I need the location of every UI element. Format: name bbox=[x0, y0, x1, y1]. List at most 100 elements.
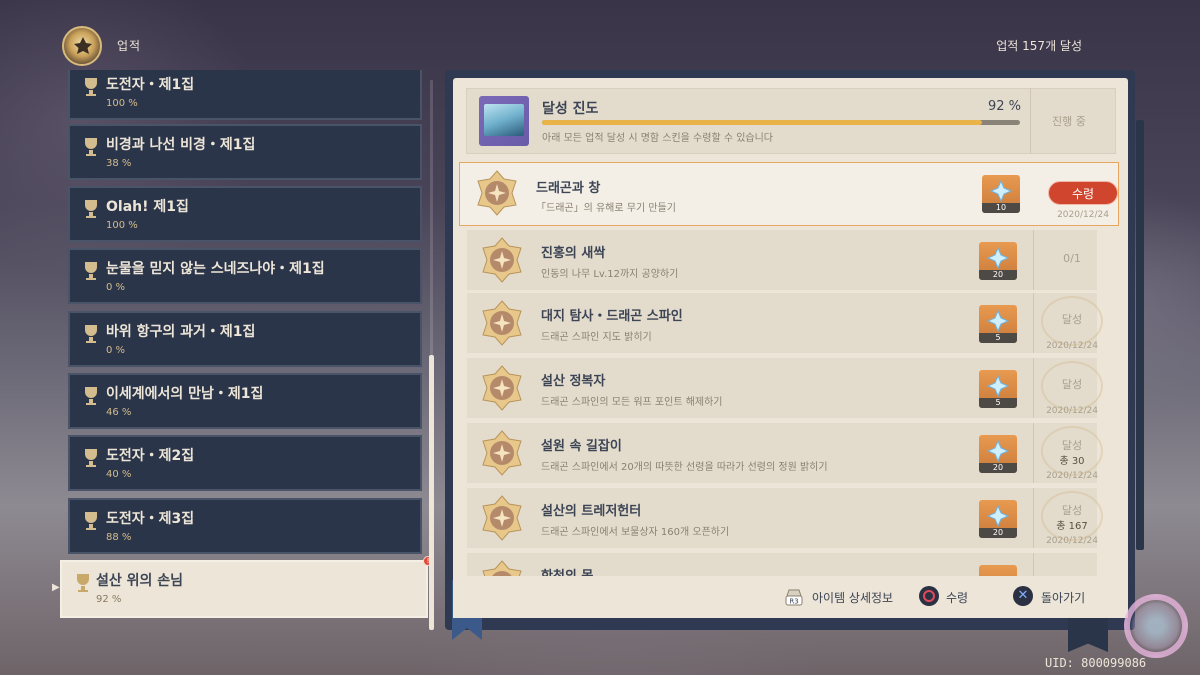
achievement-status: 달성 bbox=[1061, 378, 1083, 391]
achievement-list: 드래곤과 창 「드래곤」의 유해로 무기 만들기 10 수령 2020/12/2… bbox=[453, 160, 1128, 580]
achievement-badge-icon bbox=[482, 430, 522, 476]
achievement-row[interactable]: 설산의 트레저헌터 드래곤 스파인에서 보물상자 160개 오픈하기 20 달성… bbox=[467, 488, 1103, 548]
primogem-reward[interactable]: 10 bbox=[982, 175, 1020, 213]
category-item[interactable]: 눈물을 믿지 않는 스네즈나야・제1집 0 % bbox=[68, 248, 422, 304]
category-name: 눈물을 믿지 않는 스네즈나야・제1집 bbox=[106, 261, 325, 277]
player-uid: UID: 800099086 bbox=[1045, 656, 1147, 670]
trophy-icon bbox=[85, 325, 97, 343]
reward-quantity: 5 bbox=[979, 398, 1017, 408]
category-name: 도전자・제3집 bbox=[106, 511, 195, 527]
achievement-badge-icon bbox=[482, 300, 522, 346]
achievement-row[interactable]: 대지 탐사・드래곤 스파인 드래곤 스파인 지도 밝히기 5 달성 2020/1… bbox=[467, 293, 1103, 353]
trophy-icon bbox=[77, 574, 89, 592]
achievement-progress: 0/1 bbox=[1063, 252, 1081, 265]
progress-status: 진행 중 bbox=[1052, 115, 1086, 128]
category-item-selected[interactable]: 설산 위의 손님 92 % bbox=[60, 560, 428, 618]
category-item[interactable]: 도전자・제2집 40 % bbox=[68, 435, 422, 491]
achievement-row[interactable]: 설산 정복자 드래곤 스파인의 모든 워프 포인트 해제하기 5 달성 2020… bbox=[467, 358, 1103, 418]
category-item[interactable]: 도전자・제1집 100 % bbox=[68, 70, 422, 120]
top-bar: 업적 업적 157개 달성 bbox=[0, 0, 1200, 70]
trophy-icon bbox=[85, 387, 97, 405]
trophy-icon bbox=[85, 449, 97, 467]
category-item[interactable]: 비경과 나선 비경・제1집 38 % bbox=[68, 124, 422, 180]
achievement-date: 2020/12/24 bbox=[1046, 341, 1098, 351]
achievement-count: 업적 157개 달성 bbox=[996, 39, 1082, 53]
achievement-total: 총 30 bbox=[1059, 456, 1085, 467]
achievement-name: 설원 속 길잡이 bbox=[541, 439, 622, 454]
primogem-icon bbox=[987, 505, 1009, 527]
category-percent: 100 % bbox=[106, 98, 138, 109]
achievement-status: 달성 bbox=[1061, 504, 1083, 517]
achievement-description: 인동의 나무 Lv.12까지 공양하기 bbox=[541, 269, 679, 280]
trophy-icon bbox=[85, 138, 97, 156]
primogem-reward[interactable]: 20 bbox=[979, 242, 1017, 280]
achievement-date: 2020/12/24 bbox=[1046, 406, 1098, 416]
achievement-date: 2020/12/24 bbox=[1046, 536, 1098, 546]
category-name: 이세계에서의 만남・제1집 bbox=[106, 386, 264, 402]
achievement-row[interactable]: 진홍의 새싹 인동의 나무 Lv.12까지 공양하기 20 0/1 bbox=[467, 230, 1097, 290]
primogem-icon bbox=[987, 247, 1009, 269]
category-percent: 46 % bbox=[106, 407, 132, 418]
reward-quantity: 20 bbox=[979, 270, 1017, 280]
achievement-status-area: 달성 총 167 2020/12/24 bbox=[1033, 488, 1111, 548]
achievement-status-area: 달성 총 30 2020/12/24 bbox=[1033, 423, 1111, 483]
achievement-badge-icon bbox=[482, 495, 522, 541]
achievement-name: 대지 탐사・드래곤 스파인 bbox=[541, 309, 683, 324]
primogem-reward[interactable]: 5 bbox=[979, 370, 1017, 408]
category-item[interactable]: 이세계에서의 만남・제1집 46 % bbox=[68, 373, 422, 429]
primogem-icon bbox=[987, 375, 1009, 397]
achievement-date: 2020/12/24 bbox=[1057, 210, 1109, 220]
primogem-reward[interactable]: 5 bbox=[979, 305, 1017, 343]
achievement-row[interactable]: 설원 속 길잡이 드래곤 스파인에서 20개의 따뜻한 선령을 따라가 선령의 … bbox=[467, 423, 1103, 483]
trophy-icon bbox=[85, 200, 97, 218]
category-name: 비경과 나선 비경・제1집 bbox=[106, 137, 256, 153]
divider bbox=[1030, 88, 1031, 154]
achievement-date: 2020/12/24 bbox=[1046, 471, 1098, 481]
selected-arrow-icon: ▶ bbox=[52, 582, 60, 593]
back-hint[interactable]: 돌아가기 bbox=[1041, 589, 1085, 606]
achievement-total: 총 167 bbox=[1056, 521, 1088, 532]
achievement-status-area: 달성 2020/12/24 bbox=[1033, 358, 1111, 418]
category-item[interactable]: 도전자・제3집 88 % bbox=[68, 498, 422, 554]
progress-bar-fill bbox=[542, 120, 982, 125]
category-name: 설산 위의 손님 bbox=[96, 573, 184, 589]
trophy-icon bbox=[85, 262, 97, 280]
item-detail-hint[interactable]: 아이템 상세정보 bbox=[812, 589, 893, 606]
category-item[interactable]: 바위 항구의 과거・제1집 0 % bbox=[68, 311, 422, 367]
circle-button-icon bbox=[919, 586, 939, 606]
primogem-icon bbox=[990, 180, 1012, 202]
achievement-emblem-icon bbox=[62, 26, 102, 66]
category-list: 도전자・제1집 100 % 비경과 나선 비경・제1집 38 % Olah! 제… bbox=[66, 70, 426, 620]
progress-description: 아래 모든 업적 달성 시 명함 스킨을 수령할 수 있습니다 bbox=[542, 133, 774, 144]
achievement-status: 달성 bbox=[1061, 313, 1083, 326]
achievement-description: 드래곤 스파인의 모든 워프 포인트 해제하기 bbox=[541, 397, 723, 408]
achievement-status-area: 0/1 bbox=[1033, 230, 1111, 290]
reward-quantity: 5 bbox=[979, 333, 1017, 343]
claim-button[interactable]: 수령 bbox=[1048, 181, 1118, 205]
namecard-skin-image bbox=[484, 104, 524, 136]
primogem-reward[interactable]: 20 bbox=[979, 435, 1017, 473]
category-item[interactable]: Olah! 제1집 100 % bbox=[68, 186, 422, 242]
cross-button-icon: ✕ bbox=[1013, 586, 1033, 606]
category-percent: 92 % bbox=[96, 594, 122, 605]
achievement-badge-icon bbox=[477, 170, 517, 216]
category-percent: 38 % bbox=[106, 158, 132, 169]
achievement-badge-icon bbox=[482, 237, 522, 283]
category-percent: 100 % bbox=[106, 220, 138, 231]
category-percent: 0 % bbox=[106, 345, 126, 356]
achievement-status: 달성 bbox=[1061, 439, 1083, 452]
achievement-row[interactable]: 드래곤과 창 「드래곤」의 유해로 무기 만들기 10 수령 2020/12/2… bbox=[459, 162, 1119, 226]
paimon-menu-icon[interactable] bbox=[1124, 594, 1188, 658]
achievement-name: 설산의 트레저헌터 bbox=[541, 504, 642, 519]
primogem-reward[interactable]: 20 bbox=[979, 500, 1017, 538]
category-percent: 88 % bbox=[106, 532, 132, 543]
primogem-icon bbox=[987, 440, 1009, 462]
achievement-status-area: 달성 2020/12/24 bbox=[1033, 293, 1111, 353]
achievement-description: 「드래곤」의 유해로 무기 만들기 bbox=[536, 203, 676, 214]
category-name: Olah! 제1집 bbox=[106, 199, 189, 215]
claim-hint[interactable]: 수령 bbox=[946, 589, 968, 606]
scrollbar-thumb[interactable] bbox=[429, 355, 434, 630]
category-name: 바위 항구의 과거・제1집 bbox=[106, 324, 256, 340]
book-spine bbox=[1136, 120, 1144, 550]
category-name: 도전자・제2집 bbox=[106, 448, 195, 464]
